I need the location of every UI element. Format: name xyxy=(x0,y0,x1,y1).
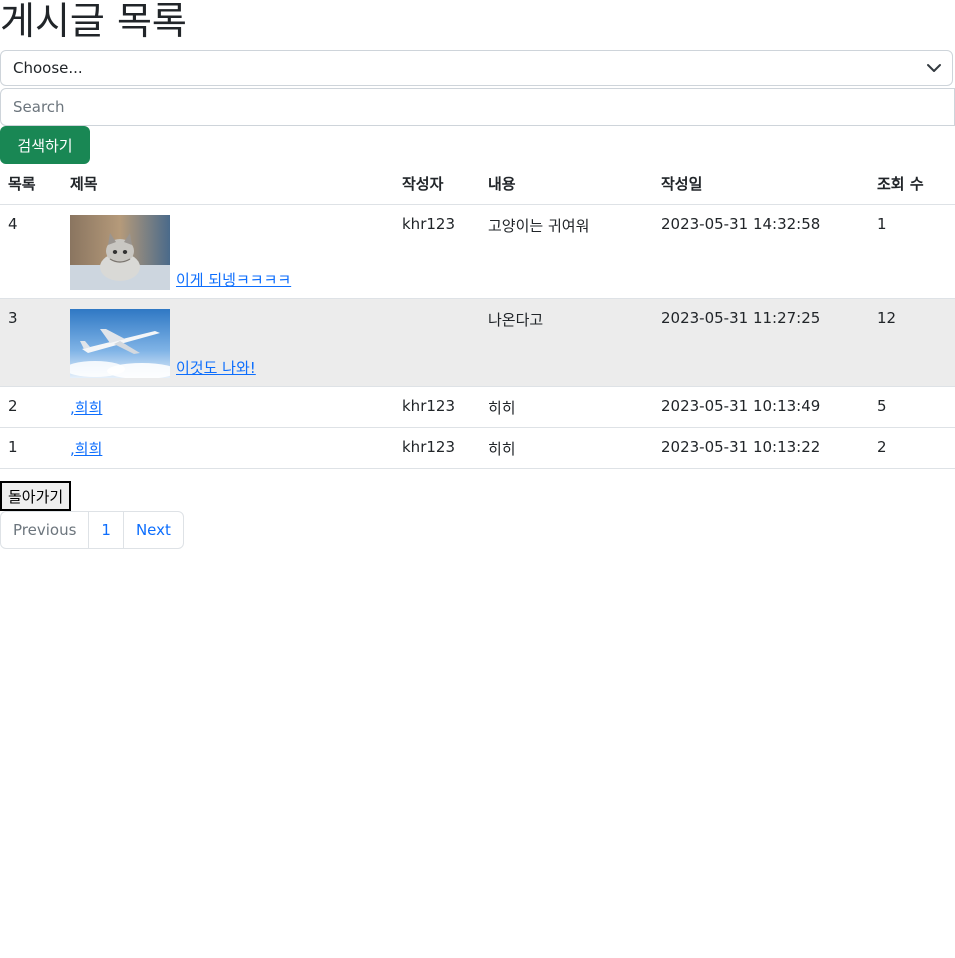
post-date: 2023-05-31 10:13:49 xyxy=(653,386,869,428)
table-row: 1 ,희희 khr123 히히 2023-05-31 10:13:22 2 xyxy=(0,427,955,469)
pagination-next[interactable]: Next xyxy=(122,512,183,548)
post-title-cell: ,희희 xyxy=(62,386,394,428)
chevron-down-icon xyxy=(927,64,941,72)
column-header-number: 목록 xyxy=(0,164,62,205)
post-author: khr123 xyxy=(394,386,480,428)
post-title-link[interactable]: ,희희 xyxy=(70,440,102,458)
category-select-value: Choose... xyxy=(13,59,83,77)
post-author: khr123 xyxy=(394,427,480,469)
post-content: 나온다고 xyxy=(480,298,653,387)
post-date: 2023-05-31 11:27:25 xyxy=(653,298,869,387)
post-views: 5 xyxy=(869,386,955,428)
pagination-previous[interactable]: Previous xyxy=(1,512,88,548)
page-title: 게시글 목록 xyxy=(0,0,187,43)
post-views: 1 xyxy=(869,204,955,299)
post-author: khr123 xyxy=(394,204,480,299)
column-header-author: 작성자 xyxy=(394,164,480,205)
pagination: Previous 1 Next xyxy=(0,511,184,549)
post-author xyxy=(394,298,480,387)
post-content: 히히 xyxy=(480,386,653,428)
search-input[interactable] xyxy=(0,88,955,126)
post-number: 4 xyxy=(0,204,62,299)
post-content: 고양이는 귀여워 xyxy=(480,204,653,299)
post-date: 2023-05-31 14:32:58 xyxy=(653,204,869,299)
table-row: 4 이게 되넹ㅋㅋㅋㅋ khr123 고양이는 귀여워 2023-05-31 1… xyxy=(0,204,955,299)
column-header-content: 내용 xyxy=(480,164,653,205)
post-title-link[interactable]: 이것도 나와! xyxy=(176,357,256,378)
kitten-thumbnail[interactable] xyxy=(70,214,170,290)
post-views: 12 xyxy=(869,298,955,387)
post-table: 목록 제목 작성자 내용 작성일 조회 수 4 이게 되넹ㅋㅋㅋㅋ khr123… xyxy=(0,164,955,469)
pagination-page-1[interactable]: 1 xyxy=(88,512,123,548)
column-header-title: 제목 xyxy=(62,164,394,205)
post-title-cell: 이게 되넹ㅋㅋㅋㅋ xyxy=(62,204,394,299)
column-header-date: 작성일 xyxy=(653,164,869,205)
post-date: 2023-05-31 10:13:22 xyxy=(653,427,869,469)
post-title-cell: 이것도 나와! xyxy=(62,298,394,387)
airplane-thumbnail[interactable] xyxy=(70,308,170,378)
post-number: 1 xyxy=(0,427,62,469)
post-content: 히히 xyxy=(480,427,653,469)
table-header-row: 목록 제목 작성자 내용 작성일 조회 수 xyxy=(0,164,955,205)
post-title-link[interactable]: 이게 되넹ㅋㅋㅋㅋ xyxy=(176,269,291,290)
table-row: 2 ,희희 khr123 히히 2023-05-31 10:13:49 5 xyxy=(0,386,955,428)
post-title-cell: ,희희 xyxy=(62,427,394,469)
post-views: 2 xyxy=(869,427,955,469)
back-button[interactable]: 돌아가기 xyxy=(0,481,72,511)
column-header-views: 조회 수 xyxy=(869,164,955,205)
search-button[interactable]: 검색하기 xyxy=(0,126,90,164)
post-title-link[interactable]: ,희희 xyxy=(70,399,102,417)
category-select[interactable]: Choose... xyxy=(0,50,953,86)
post-number: 2 xyxy=(0,386,62,428)
table-row: 3 이것도 나와! 나온다고 2023-05-31 11:27:25 12 xyxy=(0,298,955,387)
post-number: 3 xyxy=(0,298,62,387)
